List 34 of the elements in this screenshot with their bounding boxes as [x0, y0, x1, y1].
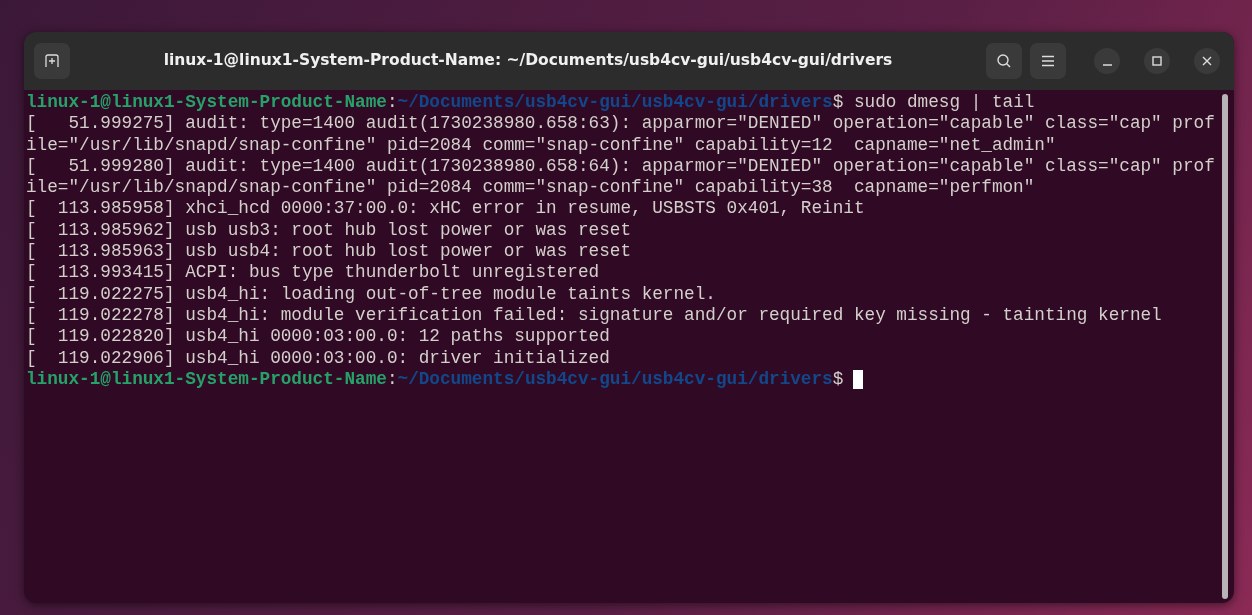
prompt-user-host: linux-1@linux1-System-Product-Name	[26, 368, 387, 391]
output-line: [ 119.022278] usb4_hi: module verification failed: signature and/or required key missing - tainting kernel	[26, 304, 1162, 327]
menu-icon	[1041, 55, 1055, 67]
minimize-icon	[1102, 63, 1112, 66]
prompt-user-host: linux-1@linux1-System-Product-Name	[26, 92, 387, 114]
output-line: [ 113.985963] usb usb4: root hub lost power or was reset	[26, 241, 631, 263]
maximize-icon	[1152, 56, 1162, 66]
new-tab-button[interactable]	[34, 43, 70, 79]
output-line: [ 119.022820] usb4_hi 0000:03:00.0: 12 paths supported	[26, 326, 610, 348]
prompt-command: $ sudo dmesg | tail	[832, 92, 1035, 114]
output-line: [ 51.999275] audit: type=1400 audit(1730238980.658:63): apparmor="DENIED" operation="capable" class="cap" prof	[26, 113, 1215, 135]
minimize-button[interactable]	[1094, 48, 1120, 74]
output-line: [ 119.022275] usb4_hi: loading out-of-tree module taints kernel.	[26, 283, 716, 305]
close-icon	[1202, 56, 1212, 66]
new-tab-icon	[44, 53, 60, 69]
scrollbar[interactable]	[1222, 94, 1228, 599]
output-line: [ 113.985962] usb usb3: root hub lost power or was reset	[26, 219, 631, 242]
output-line: ile="/usr/lib/snapd/snap-confine" pid=2084 comm="snap-confine" capability=12 capname="net_admin"	[26, 134, 1056, 156]
window-title: linux-1@linux1-System-Product-Name: ~/Documents/usb4cv-gui/usb4cv-gui/drivers	[162, 50, 894, 72]
prompt-path: ~/Documents/usb4cv-gui/usb4cv-gui/drivers	[397, 92, 833, 114]
prompt-colon: :	[386, 92, 398, 114]
maximize-button[interactable]	[1144, 48, 1170, 74]
search-button[interactable]	[986, 43, 1022, 79]
output-line: [ 113.985958] xhci_hcd 0000:37:00.0: xHC error in resume, USBSTS 0x401, Reinit	[26, 198, 865, 220]
prompt-path: ~/Documents/usb4cv-gui/usb4cv-gui/drivers	[397, 368, 833, 391]
output-line: [ 113.993415] ACPI: bus type thunderbolt unregistered	[26, 262, 600, 284]
prompt-command: $	[832, 368, 844, 391]
prompt-colon: :	[386, 368, 398, 391]
menu-button[interactable]	[1030, 43, 1066, 79]
close-button[interactable]	[1194, 48, 1220, 74]
output-line: [ 119.022906] usb4_hi 0000:03:00.0: driver initialized	[26, 347, 610, 369]
search-icon	[996, 53, 1012, 69]
output-line: [ 51.999280] audit: type=1400 audit(1730238980.658:64): apparmor="DENIED" operation="capable" class="cap" prof	[26, 155, 1215, 178]
output-line: ile="/usr/lib/snapd/snap-confine" pid=2084 comm="snap-confine" capability=38 capname="perfmon"	[26, 177, 1035, 199]
